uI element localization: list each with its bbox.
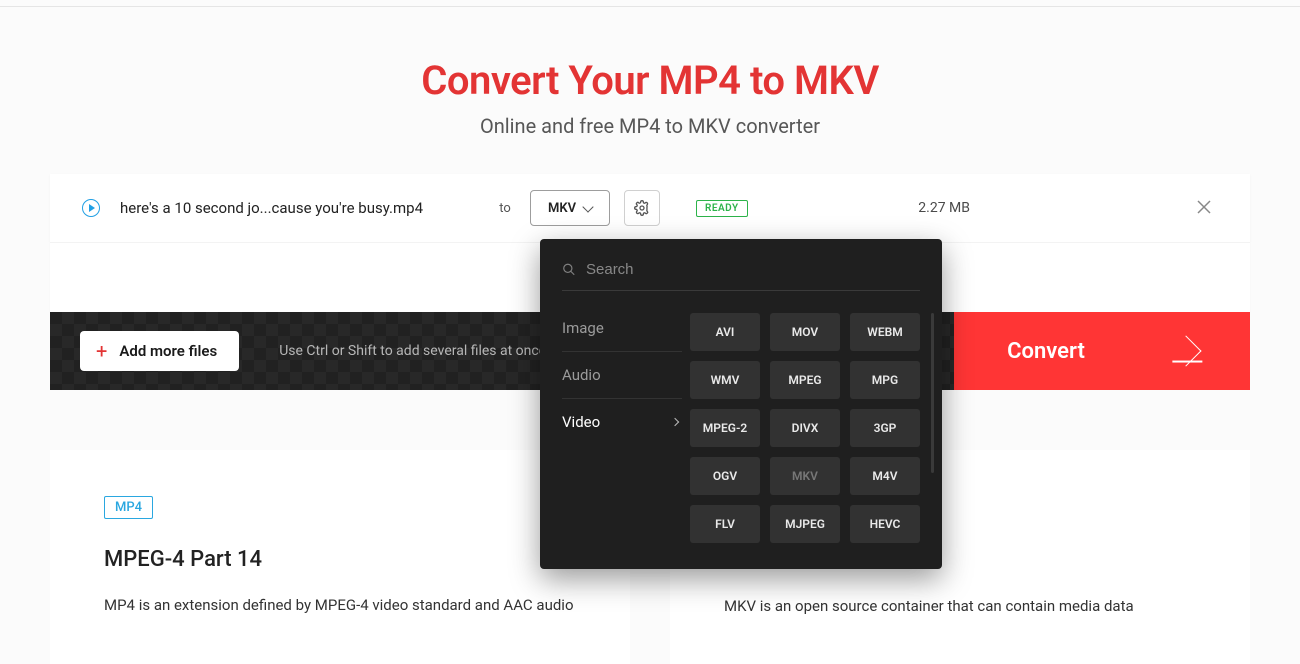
convert-button[interactable]: Convert <box>954 312 1250 390</box>
format-option-ogv[interactable]: OGV <box>690 457 760 495</box>
close-icon <box>1196 199 1212 215</box>
dropdown-scrollbar[interactable] <box>931 313 934 473</box>
format-option-hevc[interactable]: HEVC <box>850 505 920 543</box>
search-icon <box>562 262 576 277</box>
tip-text: Use Ctrl or Shift to add several files a… <box>279 343 546 359</box>
dropdown-category-image[interactable]: Image <box>562 313 682 352</box>
format-select-label: MKV <box>548 201 576 216</box>
format-option-mkv[interactable]: MKV <box>770 457 840 495</box>
status-badge: READY <box>696 200 748 217</box>
arrow-right-icon <box>1170 335 1201 366</box>
file-size: 2.27 MB <box>918 200 970 216</box>
dropdown-categories: Image Audio Video <box>562 313 682 543</box>
dropdown-search-row <box>562 261 920 291</box>
convert-label: Convert <box>1007 339 1085 364</box>
remove-file-button[interactable] <box>1190 192 1218 224</box>
dropdown-search-input[interactable] <box>586 261 920 278</box>
file-row: here's a 10 second jo...cause you're bus… <box>50 174 1250 242</box>
dropdown-category-label: Image <box>562 319 604 337</box>
add-more-files-button[interactable]: + Add more files <box>80 331 239 371</box>
format-select[interactable]: MKV <box>530 190 610 226</box>
format-option-webm[interactable]: WEBM <box>850 313 920 351</box>
format-option-mov[interactable]: MOV <box>770 313 840 351</box>
format-option-wmv[interactable]: WMV <box>690 361 760 399</box>
gear-icon <box>634 200 650 216</box>
format-option-mpeg-2[interactable]: MPEG-2 <box>690 409 760 447</box>
dropdown-category-label: Video <box>562 413 600 431</box>
chevron-right-icon <box>671 418 679 426</box>
format-badge-mp4: MP4 <box>104 496 153 519</box>
format-option-mpg[interactable]: MPG <box>850 361 920 399</box>
format-option-3gp[interactable]: 3GP <box>850 409 920 447</box>
format-option-mpeg[interactable]: MPEG <box>770 361 840 399</box>
page-title: Convert Your MP4 to MKV <box>50 57 1250 104</box>
file-name: here's a 10 second jo...cause you're bus… <box>120 199 480 217</box>
format-dropdown: Image Audio Video AVI MOV WEBM WMV MPEG MPG MPEG… <box>540 239 942 569</box>
chevron-down-icon <box>582 201 593 212</box>
add-more-label: Add more files <box>119 342 217 360</box>
dropdown-category-label: Audio <box>562 366 601 384</box>
format-option-divx[interactable]: DIVX <box>770 409 840 447</box>
format-title-mp4: MPEG-4 Part 14 <box>104 547 576 572</box>
format-option-flv[interactable]: FLV <box>690 505 760 543</box>
dropdown-category-video[interactable]: Video <box>562 399 682 445</box>
page-subtitle: Online and free MP4 to MKV converter <box>50 114 1250 138</box>
settings-button[interactable] <box>624 190 660 226</box>
format-option-mjpeg[interactable]: MJPEG <box>770 505 840 543</box>
dropdown-category-audio[interactable]: Audio <box>562 352 682 399</box>
format-desc-mp4: MP4 is an extension defined by MPEG-4 vi… <box>104 594 576 617</box>
plus-icon: + <box>96 341 107 361</box>
format-option-m4v[interactable]: M4V <box>850 457 920 495</box>
hero: Convert Your MP4 to MKV Online and free … <box>50 7 1250 138</box>
format-desc-mkv: MKV is an open source container that can… <box>724 595 1196 618</box>
format-option-avi[interactable]: AVI <box>690 313 760 351</box>
to-label: to <box>480 201 530 216</box>
play-icon[interactable] <box>82 199 100 217</box>
dropdown-format-grid: AVI MOV WEBM WMV MPEG MPG MPEG-2 DIVX 3GP OGV MKV M… <box>690 313 920 543</box>
